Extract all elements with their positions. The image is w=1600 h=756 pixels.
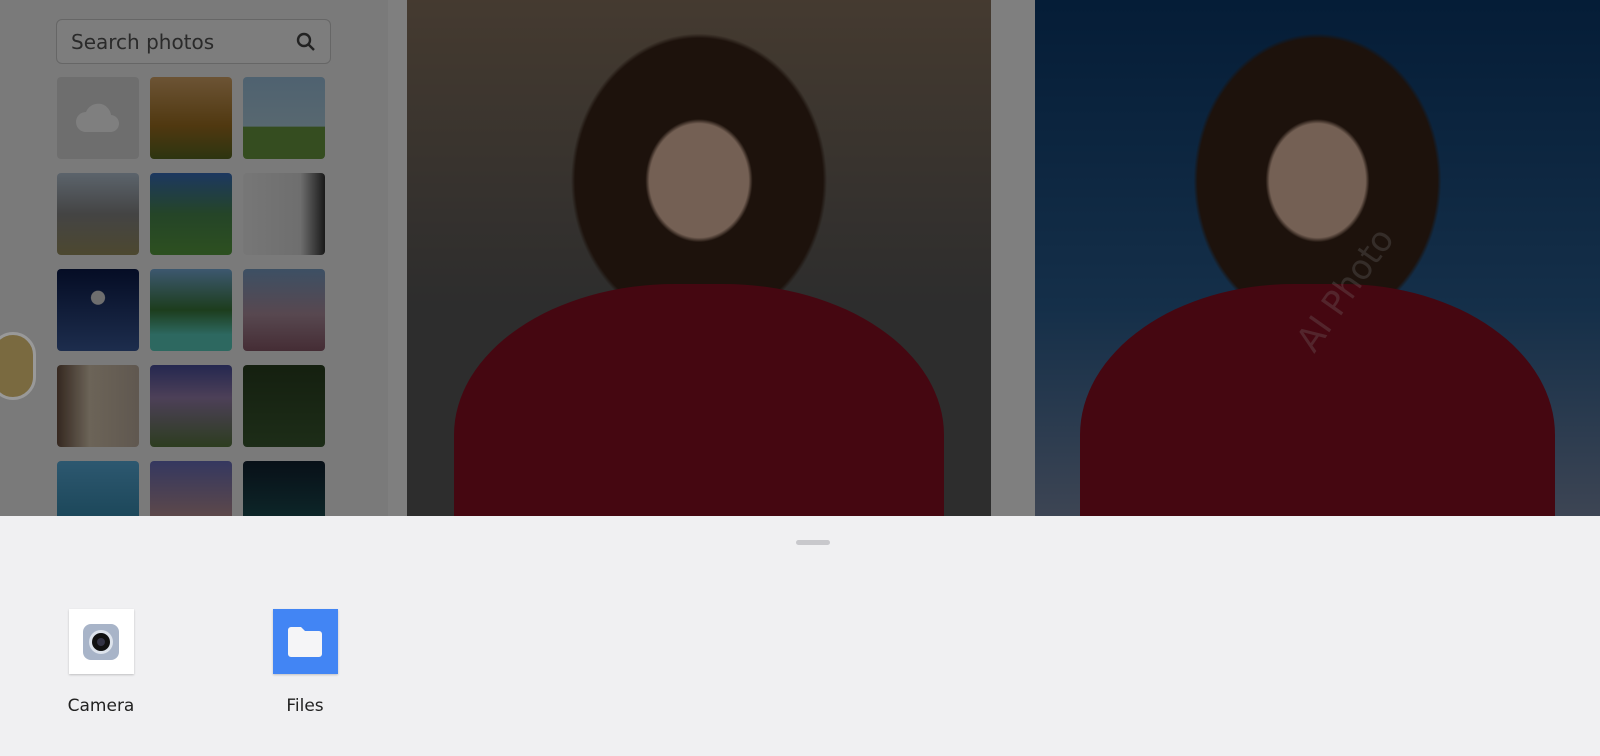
app-label: Files [286,696,324,716]
app-files[interactable]: Files [245,609,365,716]
drag-handle[interactable] [796,540,830,545]
camera-icon [68,609,134,674]
floating-button[interactable] [0,332,36,400]
folder-icon [272,609,338,674]
app-label: Camera [67,696,135,716]
app-camera[interactable]: Camera [41,609,161,716]
app-chooser-sheet: Camera Files [0,516,1600,756]
